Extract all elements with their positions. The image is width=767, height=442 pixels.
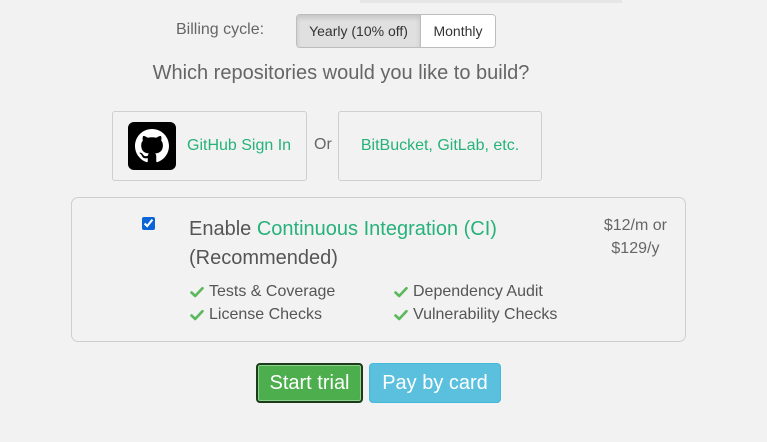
feature-label: License Checks [209,306,322,323]
billing-cycle-label: Billing cycle: [176,21,265,38]
ci-price-monthly: $12/m or [603,217,667,234]
start-trial-button[interactable]: Start trial [256,363,363,403]
feature-label: Dependency Audit [413,283,543,300]
repositories-question: Which repositories would you like to bui… [152,62,530,84]
feature-item: Dependency Audit [394,283,543,301]
ci-panel: Enable Continuous Integration (CI) (Reco… [71,197,686,342]
feature-item: License Checks [190,306,322,324]
ci-title: Enable Continuous Integration (CI) (Reco… [189,215,519,273]
github-signin-label: GitHub Sign In [187,137,292,154]
feature-item: Tests & Coverage [190,283,335,301]
pay-by-card-button[interactable]: Pay by card [369,363,501,403]
feature-item: Vulnerability Checks [394,306,557,324]
ci-title-accent[interactable]: Continuous Integration (CI) [257,218,497,240]
check-icon [394,286,408,298]
github-signin-button[interactable]: GitHub Sign In [112,111,307,181]
feature-label: Tests & Coverage [209,283,336,300]
feature-label: Vulnerability Checks [413,306,558,323]
ci-price-yearly: $129/y [611,240,660,257]
ci-title-prefix: Enable [189,218,257,240]
check-icon [190,286,204,298]
enable-ci-checkbox[interactable] [142,217,155,230]
ci-price: $12/m or $129/y [604,214,667,260]
other-providers-label: BitBucket, GitLab, etc. [360,137,520,154]
or-separator: Or [314,136,332,153]
other-providers-button[interactable]: BitBucket, GitLab, etc. [338,111,542,181]
billing-yearly-option[interactable]: Yearly (10% off) [297,15,421,47]
billing-monthly-option[interactable]: Monthly [421,15,495,47]
ci-title-suffix: (Recommended) [189,247,338,269]
top-divider [360,0,622,3]
check-icon [190,309,204,321]
github-icon [128,122,176,170]
billing-cycle-toggle: Yearly (10% off) Monthly [296,14,496,48]
check-icon [394,309,408,321]
